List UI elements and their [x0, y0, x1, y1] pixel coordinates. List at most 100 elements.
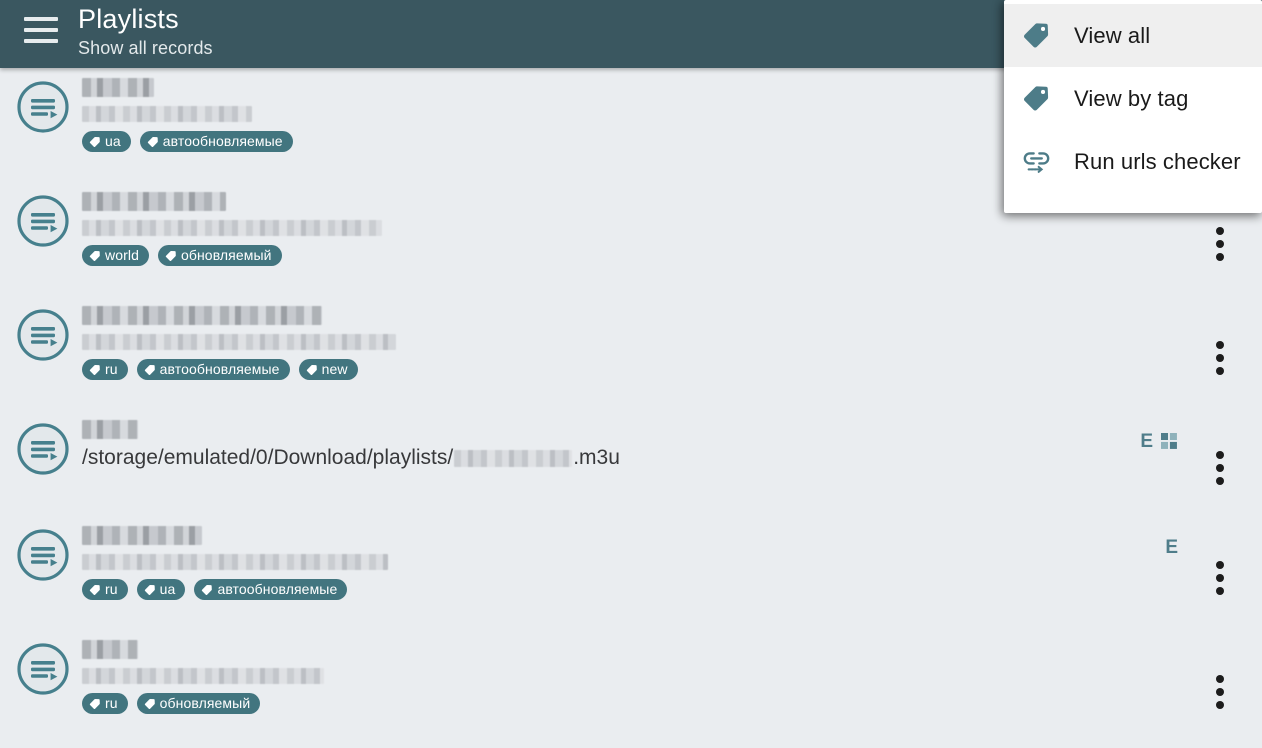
- tag-chip[interactable]: ru: [82, 359, 128, 380]
- playlist-row[interactable]: ru обновляемый: [0, 634, 1262, 748]
- playlist-tags: world обновляемый: [82, 245, 1192, 266]
- more-vertical-icon[interactable]: [1216, 341, 1224, 375]
- tag-icon: [89, 250, 105, 262]
- playlist-title-redacted: [82, 420, 138, 439]
- playlist-play-icon[interactable]: [16, 194, 70, 248]
- kebab-dot: [1216, 675, 1224, 683]
- tag-chip-label: new: [321, 361, 348, 377]
- tag-icon: [165, 250, 181, 262]
- hamburger-bar: [24, 17, 58, 21]
- tag-icon: [144, 364, 160, 376]
- playlist-path-prefix: /storage/emulated/0/Download/playlists/: [82, 446, 454, 469]
- kebab-dot: [1216, 688, 1224, 696]
- tag-chip[interactable]: new: [298, 359, 358, 380]
- tag-chip-label: ru: [105, 361, 118, 377]
- tag-icon: [144, 698, 160, 710]
- playlist-title-redacted: [82, 526, 202, 545]
- playlist-subtitle-redacted: [82, 668, 324, 684]
- playlist-tags: ru обновляемый: [82, 693, 1192, 714]
- more-vertical-icon[interactable]: [1216, 561, 1224, 595]
- menu-item-label: View by tag: [1074, 85, 1189, 111]
- tag-chip[interactable]: ru: [82, 693, 128, 714]
- playlist-play-icon[interactable]: [16, 422, 70, 476]
- tag-chip[interactable]: world: [82, 245, 149, 266]
- playlist-tags: ru автообновляемые new: [82, 359, 1192, 380]
- playlist-badges: E: [1140, 432, 1178, 451]
- tag-chip[interactable]: обновляемый: [136, 693, 261, 714]
- page-subtitle: Show all records: [78, 38, 213, 58]
- menu-item-run-urls-checker[interactable]: Run urls checker: [1004, 130, 1262, 193]
- tag-chip[interactable]: ua: [82, 131, 131, 152]
- tag-icon: [89, 364, 105, 376]
- playlist-subtitle-redacted: [82, 220, 382, 236]
- tag-icon: [201, 584, 217, 596]
- tag-chip-label: обновляемый: [180, 247, 272, 263]
- kebab-dot: [1216, 701, 1224, 709]
- tag-chip-label: автообновляемые: [159, 361, 280, 377]
- kebab-dot: [1216, 253, 1224, 261]
- kebab-dot: [1216, 561, 1224, 569]
- app-bar-titles: Playlists Show all records: [78, 3, 213, 60]
- playlist-title-redacted: [82, 78, 154, 97]
- kebab-dot: [1216, 477, 1224, 485]
- tag-chip[interactable]: автообновляемые: [139, 131, 293, 152]
- tag-chip[interactable]: ua: [136, 579, 186, 600]
- tag-icon: [144, 584, 160, 596]
- tag-icon: [306, 364, 322, 376]
- grid-icon: [1161, 433, 1178, 450]
- playlist-row-content: ru автообновляемые new: [82, 304, 1192, 380]
- hamburger-bar: [24, 39, 58, 43]
- playlist-title-redacted: [82, 306, 322, 325]
- epg-badge: E: [1140, 431, 1153, 452]
- link-checker-icon: [1016, 142, 1056, 182]
- tag-icon: [89, 136, 105, 148]
- menu-item-label: Run urls checker: [1074, 148, 1241, 174]
- menu-item-view-by-tag[interactable]: View by tag: [1004, 67, 1262, 130]
- playlist-path-extension: .m3u: [573, 446, 620, 469]
- more-vertical-icon[interactable]: [1216, 675, 1224, 709]
- playlist-subtitle-redacted: [82, 554, 388, 570]
- tag-chip-label: автообновляемые: [217, 581, 338, 597]
- kebab-dot: [1216, 451, 1224, 459]
- playlist-subtitle-redacted: [82, 106, 252, 122]
- playlist-subtitle-redacted: [82, 334, 396, 350]
- playlist-filename-redacted: [454, 449, 573, 467]
- playlist-row[interactable]: ru ua автообновляемые E: [0, 520, 1262, 634]
- playlist-row[interactable]: /storage/emulated/0/Download/playlists/.…: [0, 414, 1262, 520]
- playlist-title-redacted: [82, 192, 226, 211]
- kebab-dot: [1216, 464, 1224, 472]
- tag-chip[interactable]: ru: [82, 579, 128, 600]
- more-vertical-icon[interactable]: [1216, 451, 1224, 485]
- hamburger-menu-icon[interactable]: [24, 17, 58, 43]
- playlist-path: /storage/emulated/0/Download/playlists/.…: [82, 445, 1192, 471]
- page-title: Playlists: [78, 4, 179, 34]
- tag-chip-label: ru: [105, 695, 118, 711]
- tag-chip[interactable]: автообновляемые: [136, 359, 290, 380]
- menu-item-label: View all: [1074, 22, 1151, 48]
- playlist-play-icon[interactable]: [16, 642, 70, 696]
- tag-icon: [147, 136, 163, 148]
- kebab-dot: [1216, 367, 1224, 375]
- tag-chip-label: ua: [105, 133, 121, 149]
- tag-icon: [89, 698, 105, 710]
- tag-chip-label: ua: [159, 581, 176, 597]
- more-vertical-icon[interactable]: [1216, 227, 1224, 261]
- playlist-row-content: /storage/emulated/0/Download/playlists/.…: [82, 418, 1192, 471]
- menu-item-view-all[interactable]: View all: [1004, 4, 1262, 67]
- overflow-menu[interactable]: View all View by tag Run urls checker: [1004, 0, 1262, 213]
- tag-chip[interactable]: автообновляемые: [194, 579, 348, 600]
- kebab-dot: [1216, 354, 1224, 362]
- kebab-dot: [1216, 240, 1224, 248]
- epg-badge: E: [1165, 537, 1178, 558]
- playlist-row-content: ru ua автообновляемые: [82, 524, 1192, 600]
- playlist-row[interactable]: ru автообновляемые new: [0, 300, 1262, 414]
- playlist-play-icon[interactable]: [16, 308, 70, 362]
- tag-icon: [1016, 16, 1056, 56]
- kebab-dot: [1216, 587, 1224, 595]
- tag-icon: [1016, 79, 1056, 119]
- hamburger-bar: [24, 28, 58, 32]
- tag-chip[interactable]: обновляемый: [157, 245, 282, 266]
- playlist-play-icon[interactable]: [16, 80, 70, 134]
- playlist-title-redacted: [82, 640, 138, 659]
- playlist-play-icon[interactable]: [16, 528, 70, 582]
